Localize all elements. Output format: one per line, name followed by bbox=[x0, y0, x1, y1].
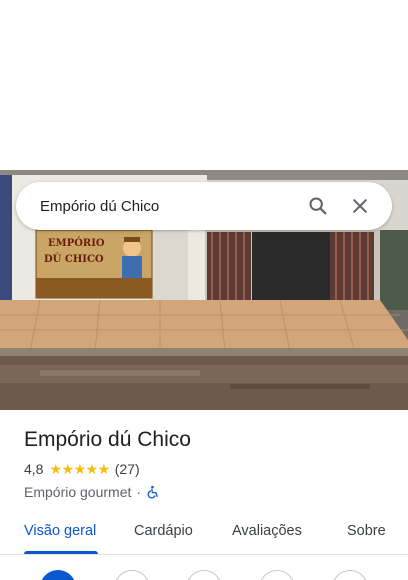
place-info: Empório dú Chico 4,8 ★★★★★ (27) Empório … bbox=[24, 426, 394, 502]
review-count[interactable]: (27) bbox=[115, 461, 140, 477]
nearby-button[interactable] bbox=[259, 570, 295, 580]
active-tab-indicator bbox=[24, 551, 98, 554]
separator: · bbox=[136, 484, 142, 500]
tab-about[interactable]: Sobre bbox=[347, 510, 386, 555]
search-bar[interactable]: Empório dú Chico bbox=[16, 182, 392, 230]
tab-reviews[interactable]: Avaliações bbox=[232, 510, 302, 555]
place-tabs: Visão geral Cardápio Avaliações Sobre bbox=[0, 510, 408, 555]
action-buttons bbox=[0, 560, 408, 580]
start-button[interactable] bbox=[114, 570, 150, 580]
sign-line1: EMPÓRIO bbox=[48, 237, 105, 249]
rating-row[interactable]: 4,8 ★★★★★ (27) bbox=[24, 459, 394, 479]
close-icon[interactable] bbox=[342, 188, 378, 224]
share-button[interactable] bbox=[332, 570, 368, 580]
search-icon[interactable] bbox=[300, 188, 336, 224]
save-button[interactable] bbox=[186, 570, 222, 580]
wheelchair-icon bbox=[146, 485, 160, 499]
category-row: Empório gourmet · bbox=[24, 482, 394, 502]
rating-value: 4,8 bbox=[24, 461, 44, 477]
directions-button[interactable] bbox=[40, 570, 76, 580]
place-title: Empório dú Chico bbox=[24, 428, 191, 451]
tab-menu[interactable]: Cardápio bbox=[134, 510, 193, 555]
sign-line2: DÚ CHICO bbox=[44, 253, 104, 265]
rating-stars: ★★★★★ bbox=[49, 460, 110, 477]
place-category[interactable]: Empório gourmet bbox=[24, 484, 131, 500]
map-blank-area bbox=[0, 0, 408, 170]
tab-overview[interactable]: Visão geral bbox=[24, 510, 96, 555]
search-input[interactable]: Empório dú Chico bbox=[40, 198, 294, 215]
